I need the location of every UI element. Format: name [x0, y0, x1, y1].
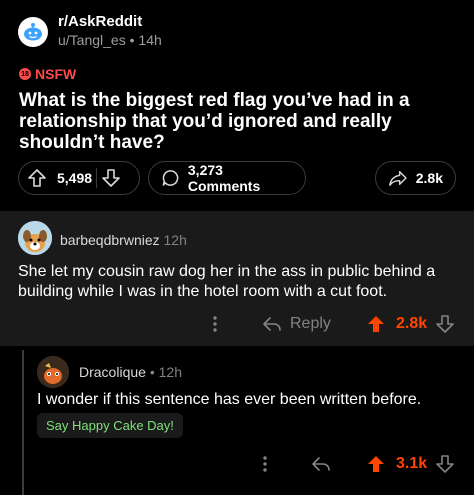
vertical-ellipsis-icon: [213, 316, 217, 332]
reply-button[interactable]: [311, 454, 331, 474]
reply-label: Reply: [290, 315, 331, 332]
comment-username[interactable]: barbeqdbrwniez: [60, 232, 160, 248]
nsfw-badge: 18 NSFW: [19, 66, 76, 82]
upvote-arrow-icon: [28, 169, 46, 187]
subreddit-avatar[interactable]: [18, 17, 48, 47]
vote-divider: [96, 168, 98, 188]
share-button[interactable]: 2.8k: [375, 161, 456, 195]
post-time: 14h: [138, 32, 162, 48]
comments-count: 3,273 Comments: [187, 162, 261, 194]
reply-score: 3.1k: [396, 455, 428, 472]
nsfw-label: NSFW: [35, 66, 77, 82]
comment-time: 12h: [163, 232, 187, 248]
meta-separator: •: [149, 364, 159, 380]
downvote-arrow-icon: [102, 169, 120, 187]
comment-author-line: barbeqdbrwniez 12h: [60, 232, 187, 248]
dog-avatar-icon: [18, 221, 52, 255]
cake-day-button[interactable]: Say Happy Cake Day!: [37, 413, 183, 438]
snoo-avatar-icon: [37, 356, 69, 388]
post-author[interactable]: u/Tangl_es: [58, 32, 126, 48]
upvote-arrow-filled-icon: [368, 456, 384, 472]
reply-action-bar: 3.1k: [0, 450, 474, 478]
reply-time: 12h: [158, 364, 182, 380]
comment-action-bar: Reply 2.8k: [0, 310, 474, 338]
comment-body: She let my cousin raw dog her in the ass…: [18, 263, 436, 300]
post-vote-count: 5,498: [57, 170, 93, 186]
upvote-button[interactable]: [27, 168, 47, 188]
comments-button[interactable]: 3,273 Comments: [148, 161, 306, 195]
post-title: What is the biggest red flag you’ve had …: [19, 90, 410, 153]
comment-score: 2.8k: [396, 315, 428, 332]
comment-bubble-icon: [162, 170, 179, 186]
reddit-alien-icon: [24, 23, 42, 41]
reply-arrow-icon: [312, 457, 330, 471]
post-vote-bar: 5,498: [18, 161, 140, 195]
subreddit-name[interactable]: r/AskReddit: [58, 13, 142, 30]
reply-avatar[interactable]: [37, 356, 69, 388]
downvote-button[interactable]: [101, 168, 121, 188]
reply-username[interactable]: Dracolique: [79, 364, 146, 380]
reply-arrow-icon: [263, 317, 281, 331]
vertical-ellipsis-icon: [263, 456, 267, 472]
downvote-arrow-icon: [436, 455, 454, 473]
downvote-arrow-icon: [436, 315, 454, 333]
share-count: 2.8k: [415, 170, 443, 186]
reply-button[interactable]: Reply: [262, 314, 331, 334]
share-arrow-icon: [389, 170, 407, 186]
upvote-arrow-filled-icon: [368, 316, 384, 332]
more-options-button[interactable]: [258, 454, 272, 474]
comment-vote-controls: 2.8k: [366, 314, 455, 334]
reply-upvote-button[interactable]: [366, 454, 386, 474]
reply-body: I wonder if this sentence has ever been …: [37, 391, 422, 408]
comment-downvote-button[interactable]: [435, 314, 455, 334]
reply-vote-controls: 3.1k: [366, 454, 455, 474]
nsfw-18-icon: 18: [19, 68, 31, 80]
comment-upvote-button[interactable]: [366, 314, 386, 334]
reply-author-line: Dracolique • 12h: [79, 364, 182, 380]
post-meta: u/Tangl_es • 14h: [58, 32, 162, 48]
reply-downvote-button[interactable]: [435, 454, 455, 474]
more-options-button[interactable]: [208, 314, 222, 334]
comment-avatar[interactable]: [18, 221, 52, 255]
